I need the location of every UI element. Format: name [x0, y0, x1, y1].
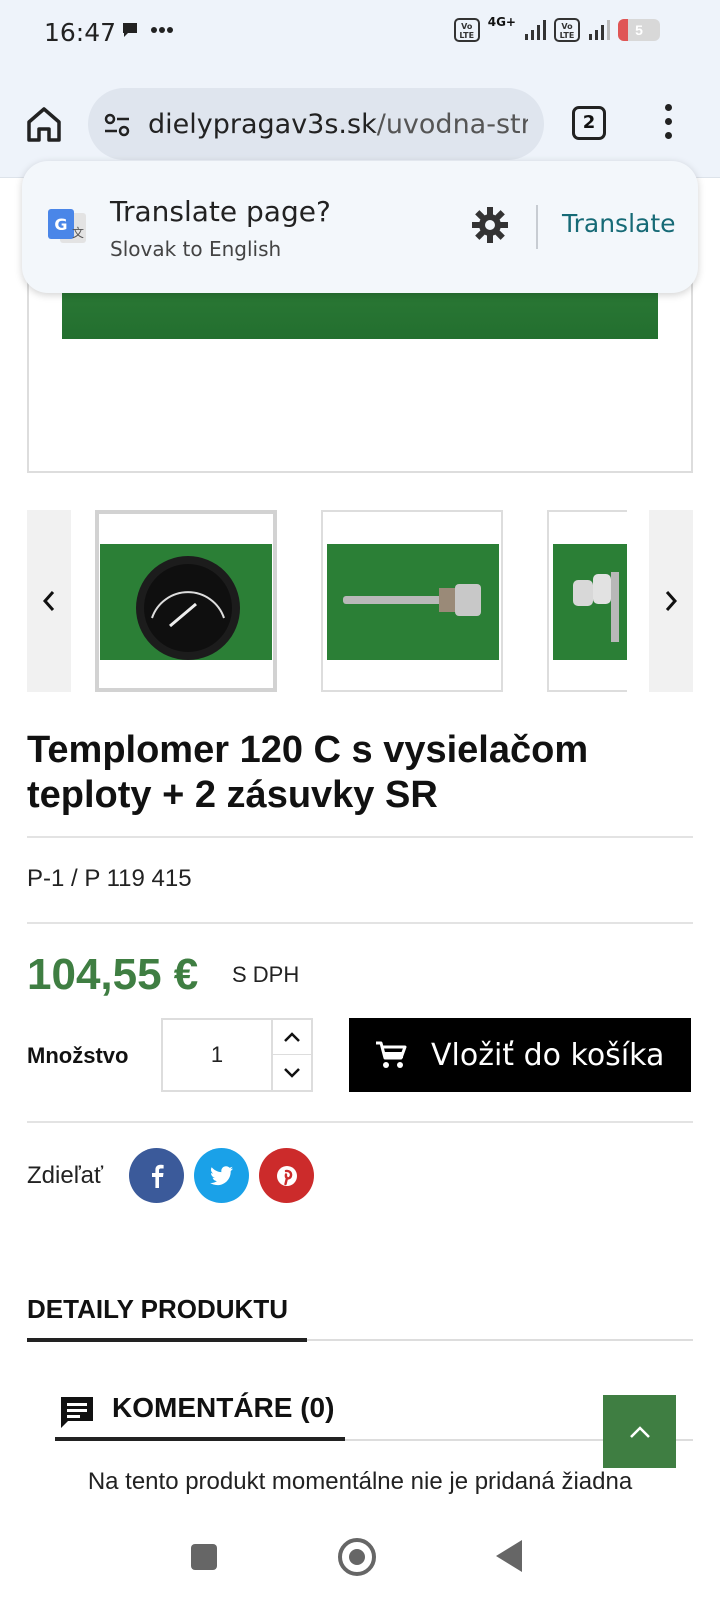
status-bar: 16:47 Vo LTE 4G+ Vo LTE 5	[0, 0, 720, 70]
quantity-decrease-button[interactable]	[271, 1055, 311, 1090]
divider	[27, 1121, 693, 1123]
thumbnail-1[interactable]	[95, 510, 277, 692]
quantity-increase-button[interactable]	[271, 1020, 311, 1055]
signal-strength-icon-2	[589, 20, 610, 40]
thumbnail-image-sensor	[327, 544, 499, 660]
status-system-icons: Vo LTE 4G+ Vo LTE 5	[453, 15, 660, 42]
tab-product-details[interactable]: DETAILY PRODUKTU	[27, 1294, 288, 1325]
more-menu-icon[interactable]	[660, 104, 676, 144]
home-icon[interactable]	[24, 104, 64, 144]
pinterest-icon	[276, 1165, 297, 1186]
product-price: 104,55 €	[27, 950, 199, 999]
svg-text:G: G	[54, 215, 67, 234]
gear-icon[interactable]	[470, 205, 510, 245]
chevron-right-icon	[665, 591, 678, 611]
product-title: Templomer 120 C s vysielačom teploty + 2…	[27, 729, 589, 816]
scroll-to-top-button[interactable]	[603, 1395, 676, 1468]
comment-icon	[61, 1397, 93, 1428]
thumbnail-image-gauge	[100, 544, 272, 660]
system-navigation-bar	[0, 1508, 720, 1600]
add-to-cart-button[interactable]: Vložiť do košíka	[349, 1018, 691, 1092]
gauge-photo	[100, 544, 272, 660]
chevron-up-icon	[629, 1425, 650, 1438]
battery-level: 5	[635, 22, 643, 38]
thumbnail-image-connectors	[553, 544, 627, 660]
tab-switcher-button[interactable]: 2	[572, 106, 606, 140]
recent-apps-button[interactable]	[191, 1544, 217, 1570]
url-domain: dielypragav3s.sk	[148, 109, 377, 140]
chevron-down-icon	[284, 1067, 300, 1078]
volte-icon: Vo LTE	[453, 18, 480, 42]
tab-active-indicator	[27, 1338, 307, 1342]
thumbnail-next-button[interactable]	[649, 510, 693, 692]
thumbnail-2[interactable]	[321, 510, 503, 692]
battery-icon: 5	[618, 19, 660, 41]
translate-button[interactable]: Translate	[562, 209, 676, 238]
google-translate-icon: G 文	[48, 209, 86, 243]
url-path: /uvodna-strana	[376, 109, 528, 140]
status-notification-icons	[120, 20, 174, 40]
chat-bubble-icon	[123, 23, 137, 37]
translate-languages[interactable]: Slovak to English	[110, 237, 281, 261]
quantity-input[interactable]	[163, 1020, 271, 1090]
svg-text:文: 文	[72, 225, 84, 240]
more-dots-icon	[151, 27, 173, 33]
translate-divider	[536, 205, 538, 249]
shopping-cart-icon	[376, 1041, 407, 1068]
add-to-cart-label: Vložiť do košíka	[431, 1038, 665, 1073]
thumbnail-3[interactable]	[547, 510, 627, 692]
twitter-icon	[209, 1165, 233, 1185]
comments-active-indicator	[55, 1437, 345, 1441]
divider	[27, 922, 693, 924]
site-settings-icon[interactable]	[102, 110, 132, 140]
divider	[27, 836, 693, 838]
translate-title: Translate page?	[110, 195, 331, 228]
facebook-icon	[151, 1164, 164, 1188]
translate-popup: G 文 Translate page? Slovak to English Tr…	[22, 161, 698, 293]
thumbnail-prev-button[interactable]	[27, 510, 71, 692]
quantity-label: Množstvo	[27, 1043, 129, 1068]
sensor-photo	[327, 544, 499, 660]
network-type-label: 4G+	[487, 15, 516, 29]
url-text[interactable]: dielypragav3s.sk/uvodna-strana	[148, 109, 528, 140]
connectors-photo	[553, 544, 627, 660]
status-time: 16:47	[44, 18, 117, 47]
tax-label: S DPH	[232, 962, 300, 987]
quantity-stepper	[161, 1018, 313, 1092]
chevron-left-icon	[42, 591, 55, 611]
signal-strength-icon	[525, 20, 546, 40]
share-facebook-button[interactable]	[129, 1148, 184, 1203]
comments-empty-message: Na tento produkt momentálne nie je prida…	[87, 1468, 633, 1495]
share-twitter-button[interactable]	[194, 1148, 249, 1203]
product-reference: P-1 / P 119 415	[27, 865, 192, 892]
back-button[interactable]	[496, 1540, 522, 1572]
chevron-up-icon	[284, 1032, 300, 1042]
tab-comments[interactable]: KOMENTÁRE (0)	[112, 1392, 334, 1424]
home-nav-button[interactable]	[338, 1538, 376, 1576]
share-pinterest-button[interactable]	[259, 1148, 314, 1203]
url-bar[interactable]: dielypragav3s.sk/uvodna-strana	[88, 88, 544, 160]
volte-icon-2: Vo LTE	[554, 18, 580, 42]
share-label: Zdieľať	[27, 1162, 104, 1189]
